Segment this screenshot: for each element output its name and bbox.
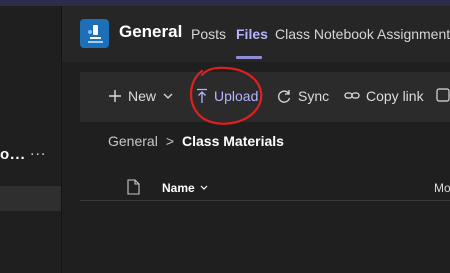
team-title: General xyxy=(119,22,183,41)
sync-button[interactable]: Sync xyxy=(276,88,329,104)
breadcrumb-separator: > xyxy=(165,133,174,149)
tab-posts[interactable]: Posts xyxy=(191,26,226,42)
sharepoint-icon xyxy=(436,88,450,102)
name-column-label: Name xyxy=(162,181,195,195)
name-column-header[interactable]: Name xyxy=(162,181,209,195)
sync-icon xyxy=(278,90,291,103)
selected-channel-highlight[interactable] xyxy=(0,186,61,211)
team-logo xyxy=(80,19,109,48)
microscope-icon xyxy=(87,24,103,43)
tab-class-notebook[interactable]: Class Notebook xyxy=(275,26,374,42)
chevron-down-icon xyxy=(200,185,208,190)
file-type-column[interactable] xyxy=(127,179,140,200)
sync-button-label: Sync xyxy=(298,88,330,104)
more-options-button[interactable]: ... xyxy=(30,142,46,160)
new-button-label: New xyxy=(128,88,157,104)
tab-assignments[interactable]: Assignments xyxy=(377,26,450,42)
active-tab-indicator xyxy=(236,56,262,59)
list-divider xyxy=(80,200,450,201)
upload-icon xyxy=(197,88,207,103)
document-icon xyxy=(127,179,140,195)
upload-button-label: Upload xyxy=(214,88,259,104)
modified-column-header[interactable]: Mo xyxy=(434,181,450,195)
tab-files[interactable]: Files xyxy=(236,26,268,42)
plus-icon xyxy=(109,90,121,102)
breadcrumb-general[interactable]: General xyxy=(108,133,158,149)
upload-button[interactable]: Upload xyxy=(196,88,258,104)
copy-link-button-label: Copy link xyxy=(366,88,424,104)
new-button[interactable]: New xyxy=(108,88,174,104)
copy-link-button[interactable]: Copy link xyxy=(344,88,424,104)
breadcrumb: General > Class Materials xyxy=(108,133,284,149)
breadcrumb-current: Class Materials xyxy=(182,133,284,149)
channel-list-pane xyxy=(0,6,61,273)
sharepoint-button[interactable] xyxy=(436,88,450,102)
chevron-down-icon xyxy=(163,93,173,99)
link-icon xyxy=(344,92,360,99)
truncated-channel-name[interactable]: o... xyxy=(0,146,26,163)
